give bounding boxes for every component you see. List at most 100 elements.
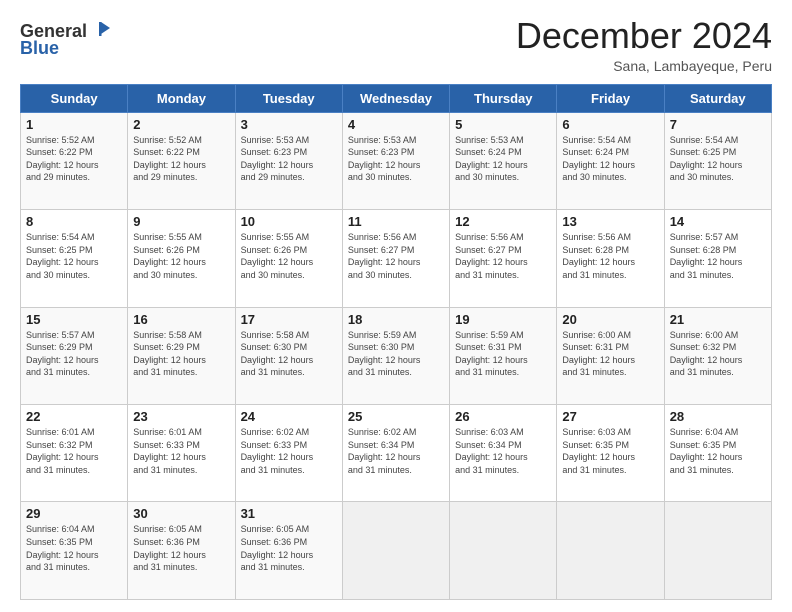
calendar-cell: 15Sunrise: 5:57 AM Sunset: 6:29 PM Dayli… [21,307,128,404]
calendar-cell: 27 Sunrise: 6:03 AM Sunset: 6:35 PM Dayli… [557,405,664,502]
header-thursday: Thursday [450,84,557,112]
calendar-cell: 26 Sunrise: 6:03 AM Sunset: 6:34 PM Dayli… [450,405,557,502]
day-info: Sunrise: 6:04 AM Sunset: 6:35 PM Dayligh… [26,523,122,573]
calendar-cell: 8 Sunrise: 5:54 AM Sunset: 6:25 PM Daylig… [21,210,128,307]
day-info: Sunrise: 6:00 AM Sunset: 6:32 PM Dayligh… [670,329,766,379]
day-number: 4 [348,117,444,132]
day-info: Sunrise: 5:52 AM Sunset: 6:22 PM Dayligh… [26,134,122,184]
header-saturday: Saturday [664,84,771,112]
day-info: Sunrise: 6:01 AM Sunset: 6:33 PM Dayligh… [133,426,229,476]
day-number: 8 [26,214,122,229]
calendar-cell: 20 Sunrise: 6:00 AM Sunset: 6:31 PM Dayli… [557,307,664,404]
calendar-header: Sunday Monday Tuesday Wednesday Thursday… [21,84,772,112]
calendar-cell: 22Sunrise: 6:01 AM Sunset: 6:32 PM Dayli… [21,405,128,502]
location: Sana, Lambayeque, Peru [516,58,772,74]
day-number: 1 [26,117,122,132]
day-header-row: Sunday Monday Tuesday Wednesday Thursday… [21,84,772,112]
calendar-cell: 1 Sunrise: 5:52 AM Sunset: 6:22 PM Daylig… [21,112,128,209]
day-info: Sunrise: 6:00 AM Sunset: 6:31 PM Dayligh… [562,329,658,379]
calendar-cell: 14Sunrise: 5:57 AM Sunset: 6:28 PM Dayli… [664,210,771,307]
day-info: Sunrise: 5:54 AM Sunset: 6:25 PM Dayligh… [26,231,122,281]
calendar-cell: 25Sunrise: 6:02 AM Sunset: 6:34 PM Dayli… [342,405,449,502]
calendar-cell: 21 Sunrise: 6:00 AM Sunset: 6:32 PM Dayli… [664,307,771,404]
day-info: Sunrise: 5:55 AM Sunset: 6:26 PM Dayligh… [133,231,229,281]
calendar-cell: 3 Sunrise: 5:53 AM Sunset: 6:23 PM Daylig… [235,112,342,209]
calendar-cell [557,502,664,600]
day-info: Sunrise: 5:56 AM Sunset: 6:27 PM Dayligh… [348,231,444,281]
logo: General Blue [20,20,112,59]
calendar-cell: 28 Sunrise: 6:04 AM Sunset: 6:35 PM Dayli… [664,405,771,502]
day-info: Sunrise: 5:56 AM Sunset: 6:27 PM Dayligh… [455,231,551,281]
calendar-cell: 31 Sunrise: 6:05 AM Sunset: 6:36 PM Dayli… [235,502,342,600]
day-number: 30 [133,506,229,521]
day-info: Sunrise: 5:53 AM Sunset: 6:24 PM Dayligh… [455,134,551,184]
day-info: Sunrise: 5:55 AM Sunset: 6:26 PM Dayligh… [241,231,337,281]
day-info: Sunrise: 6:05 AM Sunset: 6:36 PM Dayligh… [241,523,337,573]
calendar-cell: 17Sunrise: 5:58 AM Sunset: 6:30 PM Dayli… [235,307,342,404]
calendar-cell [450,502,557,600]
day-number: 20 [562,312,658,327]
calendar-week-1: 1 Sunrise: 5:52 AM Sunset: 6:22 PM Daylig… [21,112,772,209]
day-info: Sunrise: 6:02 AM Sunset: 6:34 PM Dayligh… [348,426,444,476]
calendar-week-4: 22Sunrise: 6:01 AM Sunset: 6:32 PM Dayli… [21,405,772,502]
calendar-cell: 19Sunrise: 5:59 AM Sunset: 6:31 PM Dayli… [450,307,557,404]
calendar-cell [342,502,449,600]
day-info: Sunrise: 5:53 AM Sunset: 6:23 PM Dayligh… [241,134,337,184]
calendar-cell: 13Sunrise: 5:56 AM Sunset: 6:28 PM Dayli… [557,210,664,307]
calendar-cell: 5 Sunrise: 5:53 AM Sunset: 6:24 PM Daylig… [450,112,557,209]
day-info: Sunrise: 5:58 AM Sunset: 6:29 PM Dayligh… [133,329,229,379]
logo-text-line2: Blue [20,38,59,59]
day-number: 5 [455,117,551,132]
calendar-cell: 18Sunrise: 5:59 AM Sunset: 6:30 PM Dayli… [342,307,449,404]
day-number: 7 [670,117,766,132]
calendar-cell: 12 Sunrise: 5:56 AM Sunset: 6:27 PM Dayli… [450,210,557,307]
calendar-cell: 2 Sunrise: 5:52 AM Sunset: 6:22 PM Daylig… [128,112,235,209]
page: General Blue December 2024 Sana, Lambaye… [0,0,792,612]
day-info: Sunrise: 6:04 AM Sunset: 6:35 PM Dayligh… [670,426,766,476]
day-info: Sunrise: 6:03 AM Sunset: 6:35 PM Dayligh… [562,426,658,476]
calendar-cell: 9 Sunrise: 5:55 AM Sunset: 6:26 PM Daylig… [128,210,235,307]
day-number: 27 [562,409,658,424]
day-number: 28 [670,409,766,424]
day-info: Sunrise: 5:54 AM Sunset: 6:25 PM Dayligh… [670,134,766,184]
calendar-cell: 11 Sunrise: 5:56 AM Sunset: 6:27 PM Dayli… [342,210,449,307]
day-info: Sunrise: 6:05 AM Sunset: 6:36 PM Dayligh… [133,523,229,573]
day-number: 11 [348,214,444,229]
day-number: 12 [455,214,551,229]
day-number: 2 [133,117,229,132]
day-number: 10 [241,214,337,229]
calendar-week-2: 8 Sunrise: 5:54 AM Sunset: 6:25 PM Daylig… [21,210,772,307]
day-number: 3 [241,117,337,132]
day-info: Sunrise: 5:56 AM Sunset: 6:28 PM Dayligh… [562,231,658,281]
day-number: 29 [26,506,122,521]
calendar-cell: 7 Sunrise: 5:54 AM Sunset: 6:25 PM Daylig… [664,112,771,209]
day-number: 21 [670,312,766,327]
header-tuesday: Tuesday [235,84,342,112]
day-number: 26 [455,409,551,424]
day-number: 9 [133,214,229,229]
header-wednesday: Wednesday [342,84,449,112]
day-number: 17 [241,312,337,327]
header-monday: Monday [128,84,235,112]
calendar-cell [664,502,771,600]
calendar-week-5: 29 Sunrise: 6:04 AM Sunset: 6:35 PM Dayli… [21,502,772,600]
logo-icon [90,20,112,42]
day-number: 31 [241,506,337,521]
calendar-week-3: 15Sunrise: 5:57 AM Sunset: 6:29 PM Dayli… [21,307,772,404]
calendar-cell: 30 Sunrise: 6:05 AM Sunset: 6:36 PM Dayli… [128,502,235,600]
day-info: Sunrise: 5:52 AM Sunset: 6:22 PM Dayligh… [133,134,229,184]
calendar: Sunday Monday Tuesday Wednesday Thursday… [20,84,772,600]
day-info: Sunrise: 5:53 AM Sunset: 6:23 PM Dayligh… [348,134,444,184]
day-number: 6 [562,117,658,132]
month-title: December 2024 [516,16,772,56]
day-number: 24 [241,409,337,424]
calendar-cell: 10 Sunrise: 5:55 AM Sunset: 6:26 PM Dayli… [235,210,342,307]
calendar-cell: 16 Sunrise: 5:58 AM Sunset: 6:29 PM Dayli… [128,307,235,404]
day-number: 18 [348,312,444,327]
day-info: Sunrise: 6:03 AM Sunset: 6:34 PM Dayligh… [455,426,551,476]
day-number: 23 [133,409,229,424]
calendar-cell: 4 Sunrise: 5:53 AM Sunset: 6:23 PM Daylig… [342,112,449,209]
day-number: 16 [133,312,229,327]
day-info: Sunrise: 5:57 AM Sunset: 6:28 PM Dayligh… [670,231,766,281]
calendar-cell: 24Sunrise: 6:02 AM Sunset: 6:33 PM Dayli… [235,405,342,502]
